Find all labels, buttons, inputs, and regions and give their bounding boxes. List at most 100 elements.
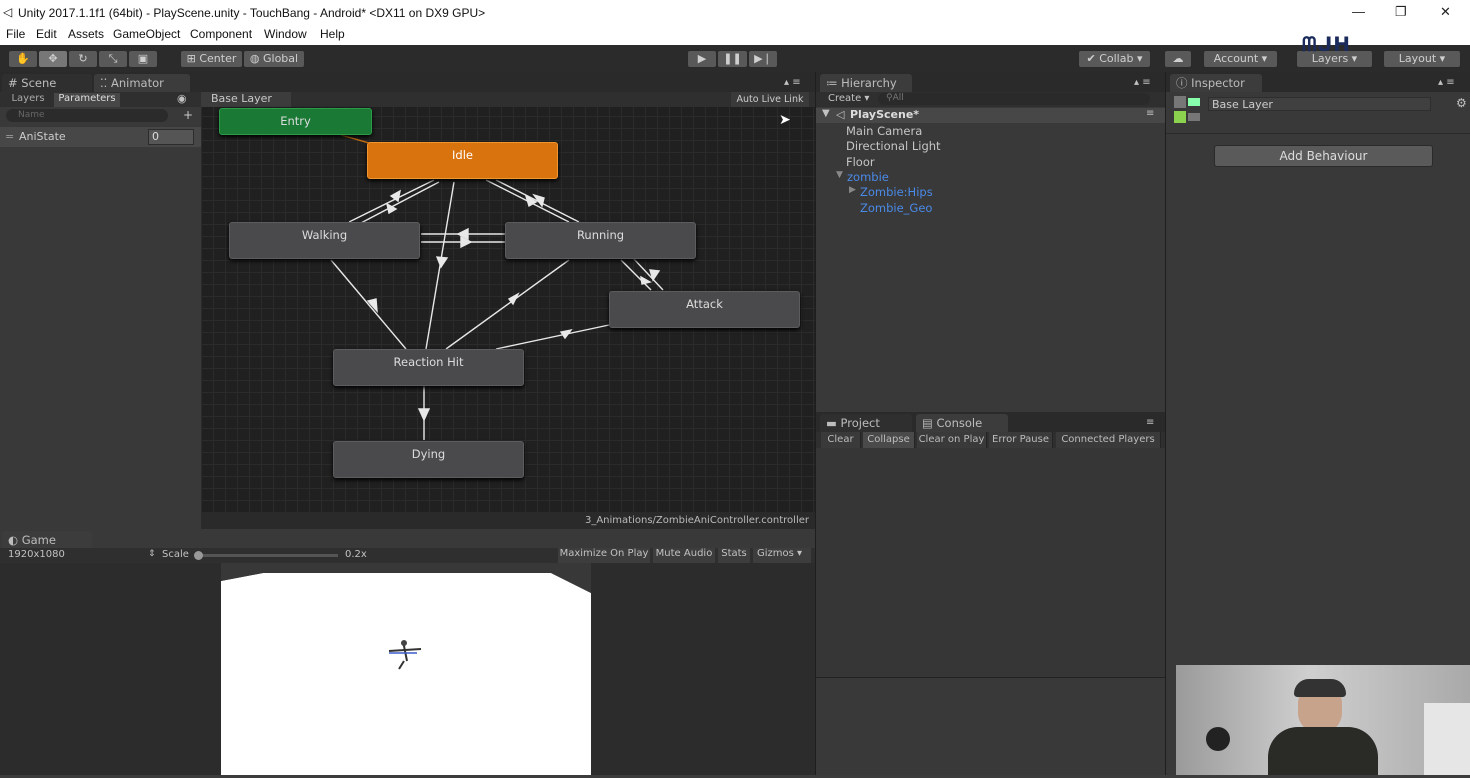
game-render: [221, 563, 591, 775]
menu-edit[interactable]: Edit: [36, 27, 57, 41]
hierarchy-item-main-camera[interactable]: Main Camera: [846, 124, 922, 138]
parameters-tab[interactable]: Parameters: [54, 93, 120, 107]
state-entry[interactable]: Entry: [219, 108, 372, 135]
scale-slider-thumb[interactable]: [194, 551, 203, 560]
console-detail-area[interactable]: [816, 678, 1166, 775]
menu-assets[interactable]: Assets: [68, 27, 104, 41]
hierarchy-item-zombie-hips[interactable]: Zombie:Hips: [860, 185, 933, 199]
resolution-dropdown[interactable]: 1920x1080: [8, 549, 65, 560]
collab-dropdown[interactable]: ✔ Collab ▾: [1078, 50, 1151, 68]
state-reaction-hit[interactable]: Reaction Hit: [333, 349, 524, 386]
rect-tool-icon[interactable]: ▣: [128, 50, 158, 68]
stats-toggle[interactable]: Stats: [718, 548, 750, 563]
panel-menu-icon[interactable]: ≡: [1146, 417, 1154, 428]
error-pause-button[interactable]: Error Pause: [989, 432, 1053, 448]
webcam-overlay: [1176, 665, 1470, 775]
arrow-icon: [417, 408, 431, 422]
menu-file[interactable]: File: [6, 27, 25, 41]
maximize-on-play-toggle[interactable]: Maximize On Play: [558, 548, 650, 563]
restore-icon[interactable]: ❐: [1395, 4, 1407, 20]
connected-players-dropdown[interactable]: Connected Players: [1056, 432, 1161, 448]
entry-transition[interactable]: [340, 134, 370, 144]
layers-tab[interactable]: Layers: [6, 93, 50, 107]
state-dying[interactable]: Dying: [333, 441, 524, 478]
layer-name-field[interactable]: Base Layer: [1208, 97, 1431, 111]
panel-menu-icon[interactable]: ▴ ≡: [1438, 77, 1455, 88]
menu-window[interactable]: Window: [264, 27, 307, 41]
transition-line[interactable]: [330, 259, 407, 350]
step-button[interactable]: ▶❘: [748, 50, 778, 68]
collapse-button[interactable]: Collapse: [863, 432, 915, 448]
inspector-tab-strip: ⓘ Inspector ▴ ≡: [1166, 72, 1470, 92]
hierarchy-item-directional-light[interactable]: Directional Light: [846, 139, 941, 153]
scene-row[interactable]: ▼ ◁ PlayScene* ≡: [816, 108, 1166, 123]
gizmos-label: Gizmos: [757, 548, 794, 559]
panel-menu-icon[interactable]: ▴ ≡: [1134, 77, 1151, 88]
tab-project[interactable]: ▬ Project: [820, 414, 912, 432]
hierarchy-item-zombie[interactable]: zombie: [847, 170, 889, 184]
transition-line[interactable]: [445, 259, 570, 350]
param-row[interactable]: = AniState 0: [0, 127, 201, 147]
watermark-logo: ᗰᒍᕼ: [1302, 32, 1352, 56]
tab-inspector[interactable]: ⓘ Inspector: [1170, 74, 1262, 92]
title-bar: ◁ Unity 2017.1.1f1 (64bit) - PlayScene.u…: [0, 0, 1470, 25]
hand-tool-icon[interactable]: ✋: [8, 50, 38, 68]
rotate-tool-icon[interactable]: ↻: [68, 50, 98, 68]
clear-button[interactable]: Clear: [821, 432, 861, 448]
animator-graph[interactable]: Base Layer Auto Live Link Entry Idle Wal…: [201, 92, 815, 529]
game-viewport[interactable]: [0, 563, 815, 775]
add-param-icon[interactable]: +: [183, 108, 193, 122]
collapse-arrow-icon[interactable]: ▶: [849, 185, 856, 195]
mute-audio-toggle[interactable]: Mute Audio: [653, 548, 715, 563]
transition-line[interactable]: [620, 259, 652, 291]
expand-arrow-icon[interactable]: ▼: [836, 170, 843, 180]
scene-menu-icon[interactable]: ≡: [1146, 108, 1154, 119]
eye-icon[interactable]: ◉: [177, 92, 187, 105]
global-toggle[interactable]: ◍ Global: [243, 50, 305, 68]
cloud-icon[interactable]: ☁: [1164, 50, 1192, 68]
layout-dropdown[interactable]: Layout ▾: [1383, 50, 1461, 68]
close-icon[interactable]: ✕: [1440, 4, 1451, 20]
tab-console[interactable]: ▤ Console: [916, 414, 1008, 432]
menu-component[interactable]: Component: [190, 27, 252, 41]
state-running[interactable]: Running: [505, 222, 696, 259]
state-walking[interactable]: Walking: [229, 222, 420, 259]
state-attack[interactable]: Attack: [609, 291, 800, 328]
scale-value: 0.2x: [345, 549, 367, 560]
expand-arrow-icon[interactable]: ▼: [822, 108, 830, 119]
hierarchy-item-zombie-geo[interactable]: Zombie_Geo: [860, 201, 932, 215]
animator-layer-icon: [1174, 96, 1200, 124]
account-dropdown[interactable]: Account ▾: [1203, 50, 1278, 68]
scale-slider[interactable]: [194, 551, 338, 560]
tab-hierarchy[interactable]: ≔ Hierarchy: [820, 74, 912, 92]
state-idle[interactable]: Idle: [367, 142, 558, 179]
gizmos-dropdown[interactable]: Gizmos ▾: [753, 548, 811, 563]
play-button[interactable]: ▶: [687, 50, 717, 68]
hierarchy-search-input[interactable]: ⚲All: [878, 93, 1150, 105]
tab-animator[interactable]: ⁚⁚ Animator: [94, 74, 190, 92]
pause-button[interactable]: ❚❚: [717, 50, 748, 68]
minimize-icon[interactable]: —: [1352, 4, 1365, 19]
transition-line[interactable]: [358, 181, 440, 225]
scale-tool-icon[interactable]: ⤡: [98, 50, 128, 68]
hierarchy-item-floor[interactable]: Floor: [846, 155, 875, 169]
transition-line[interactable]: [348, 179, 435, 223]
transition-line[interactable]: [632, 257, 664, 291]
clear-on-play-button[interactable]: Clear on Play: [917, 432, 987, 448]
panel-menu-icon[interactable]: ▴ ≡: [784, 77, 801, 88]
drag-handle-icon[interactable]: =: [5, 130, 14, 143]
transition-line[interactable]: [495, 324, 610, 350]
add-behaviour-button[interactable]: Add Behaviour: [1214, 145, 1433, 167]
tab-game[interactable]: ◐ Game: [2, 531, 92, 549]
menu-help[interactable]: Help: [320, 27, 345, 41]
tab-scene[interactable]: # Scene: [2, 74, 92, 92]
create-dropdown[interactable]: Create ▾: [828, 93, 869, 104]
move-tool-icon[interactable]: ✥: [38, 50, 68, 68]
menu-gameobject[interactable]: GameObject: [113, 27, 180, 41]
gear-icon[interactable]: ⚙: [1456, 96, 1467, 110]
resolution-arrow-icon[interactable]: ⇕: [148, 549, 156, 559]
param-value-field[interactable]: 0: [148, 129, 194, 145]
console-log-area[interactable]: [816, 448, 1166, 677]
center-toggle[interactable]: ⊞ Center: [180, 50, 243, 68]
param-search-input[interactable]: Name: [6, 109, 168, 122]
